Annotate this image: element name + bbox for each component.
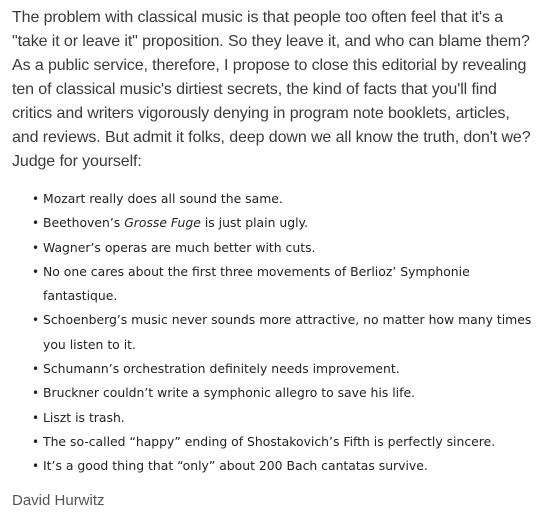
list-item: • The so-called “happy” ending of Shostak… <box>32 430 540 454</box>
work-title: Grosse Fuge <box>124 215 201 231</box>
list-item-text: Schumann’s orchestration definitely need… <box>43 361 400 377</box>
bullet-icon: • <box>32 192 40 206</box>
list-item-text: The so-called “happy” ending of Shostako… <box>43 433 496 449</box>
intro-paragraph: The problem with classical music is that… <box>12 9 531 170</box>
list-item: • Mozart really does all sound the same. <box>32 187 540 211</box>
list-item-text-after: is just plain ugly. <box>200 215 309 231</box>
list-item-text: Wagner’s operas are much better with cut… <box>43 239 316 255</box>
list-item-text: Mozart really does all sound the same. <box>43 191 283 206</box>
bullet-icon: • <box>32 459 40 474</box>
list-item: • Bruckner couldn’t write a symphonic all… <box>32 381 540 405</box>
bullet-icon: • <box>32 434 40 449</box>
bullet-icon: • <box>32 264 40 279</box>
article: The problem with classical music is that… <box>12 6 540 512</box>
list-item: • Liszt is trash. <box>32 406 540 430</box>
bullet-icon: • <box>32 410 40 425</box>
list-item-text-before: Beethoven’s <box>43 215 125 231</box>
bullet-icon: • <box>32 216 40 231</box>
list-item: • Schumann’s orchestration definitely nee… <box>32 357 540 381</box>
list-item-text: No one cares about the first three movem… <box>43 263 470 304</box>
list-item: • Beethoven’s Grosse Fuge is just plain u… <box>32 211 540 235</box>
author-byline: David Hurwitz <box>12 491 105 509</box>
bullet-icon: • <box>32 362 40 377</box>
bullet-icon: • <box>32 313 40 328</box>
bullet-icon: • <box>32 386 40 401</box>
list-item: • It’s a good thing that “only” about 200… <box>32 454 540 478</box>
secrets-list: • Mozart really does all sound the same. … <box>12 187 540 479</box>
list-item-text: It’s a good thing that “only” about 200 … <box>43 458 428 474</box>
list-item-text: Bruckner couldn’t write a symphonic alle… <box>43 385 416 401</box>
list-item: • No one cares about the first three move… <box>32 260 540 309</box>
list-item: • Schoenberg’s music never sounds more at… <box>32 308 540 357</box>
list-item: • Wagner’s operas are much better with cu… <box>32 236 540 260</box>
list-item-text: Schoenberg’s music never sounds more att… <box>43 312 532 352</box>
list-item-text: Liszt is trash. <box>43 409 125 425</box>
bullet-icon: • <box>32 240 40 255</box>
